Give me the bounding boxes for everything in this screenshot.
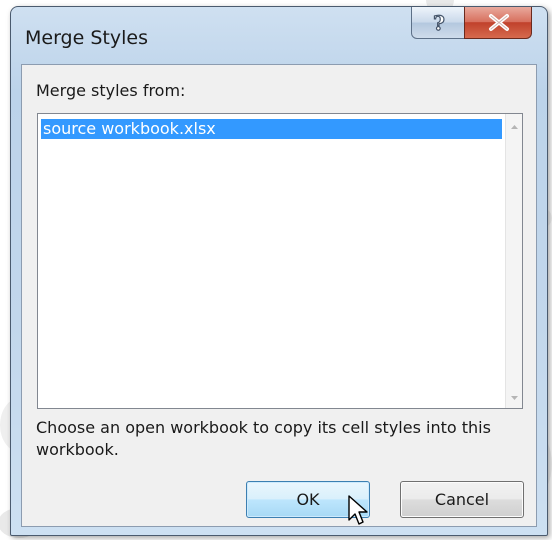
svg-text:?: ? — [433, 11, 445, 35]
title-bar[interactable]: Merge Styles ? — [11, 7, 547, 63]
close-icon — [489, 14, 509, 31]
scroll-up-arrow-icon[interactable] — [506, 118, 523, 135]
dialog-client-area: Merge styles from: source workbook.xlsx … — [21, 64, 537, 527]
workbook-listbox[interactable]: source workbook.xlsx — [37, 113, 523, 409]
close-button[interactable] — [464, 7, 532, 39]
merge-from-label: Merge styles from: — [36, 81, 186, 100]
list-item[interactable]: source workbook.xlsx — [41, 119, 502, 139]
mouse-cursor-icon — [348, 495, 368, 525]
help-icon: ? — [433, 10, 446, 35]
vertical-scrollbar[interactable] — [505, 114, 522, 408]
description-text: Choose an open workbook to copy its cell… — [36, 418, 491, 459]
dialog-title: Merge Styles — [25, 27, 148, 49]
scroll-down-arrow-icon[interactable] — [506, 389, 523, 406]
help-button[interactable]: ? — [411, 7, 465, 39]
cancel-button[interactable]: Cancel — [400, 481, 524, 518]
merge-styles-dialog: Merge Styles ? Merge styles from: source… — [10, 6, 548, 536]
